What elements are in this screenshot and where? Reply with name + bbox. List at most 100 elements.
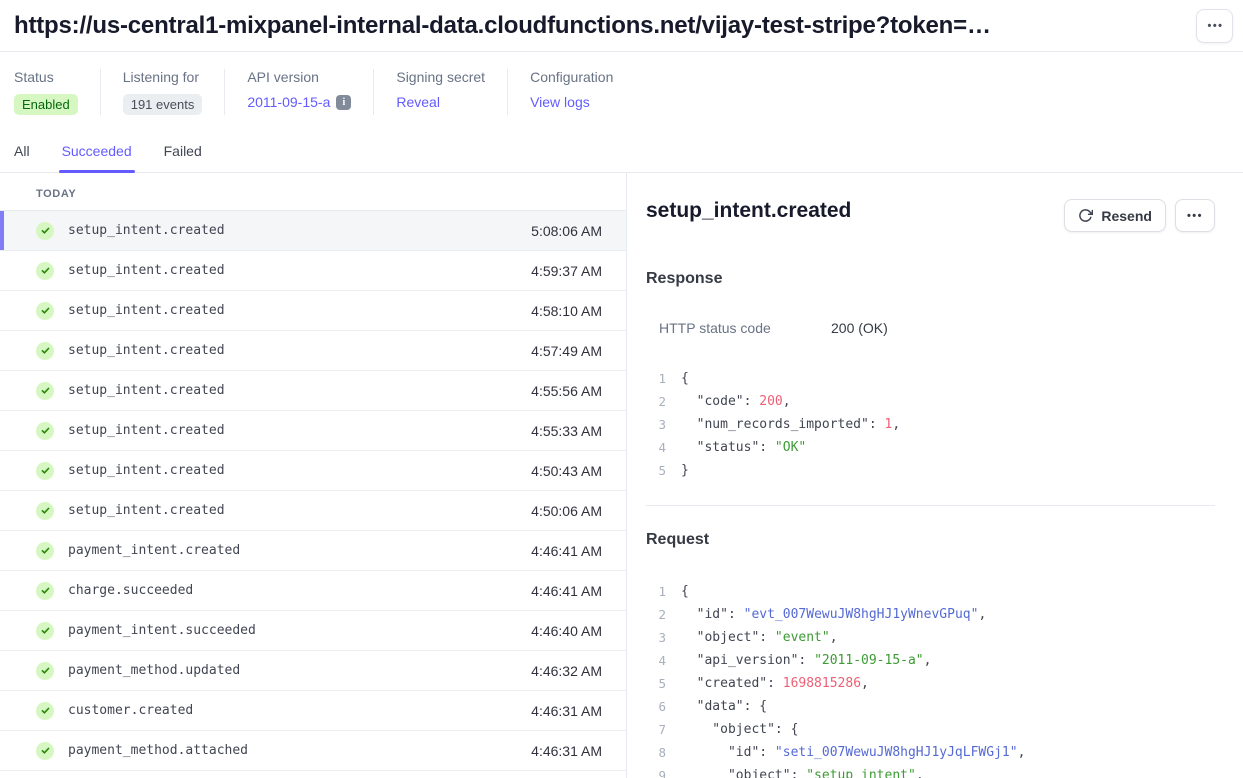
detail-overflow-button[interactable]: ••• (1175, 199, 1215, 232)
tab-bar: All Succeeded Failed (0, 143, 1243, 173)
event-name: setup_intent.created (68, 303, 225, 318)
event-row[interactable]: setup_intent.created 4:57:49 AM (0, 331, 626, 371)
code-token: 1698815286 (783, 676, 861, 691)
line-number: 3 (646, 413, 666, 436)
detail-title: setup_intent.created (646, 199, 851, 223)
code-token: , (783, 394, 791, 409)
events-count-badge: 191 events (123, 94, 203, 115)
event-row[interactable]: setup_intent.created4:55:56 AM (0, 371, 626, 411)
tab-all[interactable]: All (14, 143, 30, 172)
success-check-icon (36, 582, 54, 600)
view-logs-link[interactable]: View logs (530, 94, 590, 110)
success-check-icon (36, 462, 54, 480)
code-token: , (1018, 745, 1026, 760)
header-overflow-button[interactable]: ••• (1196, 9, 1233, 43)
main-content: TODAY setup_intent.created5:08:06 AMsetu… (0, 173, 1243, 778)
line-number: 2 (646, 390, 666, 413)
event-time: 4:46:32 AM (531, 663, 602, 679)
event-row[interactable]: payment_method.attached4:46:31 AM (0, 731, 626, 771)
tab-failed[interactable]: Failed (164, 143, 202, 172)
line-number: 7 (646, 718, 666, 741)
success-check-icon (36, 502, 54, 520)
event-row[interactable]: setup_intent.created4:58:10 AM (0, 291, 626, 331)
code-line: 6 "data": { (646, 695, 1215, 718)
code-token: "data": { (681, 699, 767, 714)
code-token: "num_records_imported": (681, 417, 885, 432)
event-name: setup_intent.created (68, 263, 225, 278)
code-token: "event" (775, 630, 830, 645)
signing-secret-label: Signing secret (396, 69, 485, 85)
line-number: 2 (646, 603, 666, 626)
code-id-link[interactable]: "seti_007WewuJW8hgHJ1yJqLFWGj1" (775, 745, 1018, 760)
event-name: setup_intent.created (68, 463, 225, 478)
event-row[interactable]: customer.created4:46:31 AM (0, 691, 626, 731)
event-row[interactable]: setup_intent.created4:50:06 AM (0, 491, 626, 531)
success-check-icon (36, 422, 54, 440)
event-row[interactable]: setup_intent.created4:50:43 AM (0, 451, 626, 491)
response-heading: Response (646, 270, 1215, 288)
event-row[interactable]: setup_intent.created 4:59:37 AM (0, 251, 626, 291)
event-row[interactable]: payment_intent.succeeded 4:46:40 AM (0, 611, 626, 651)
event-group-header: TODAY (0, 173, 626, 211)
listening-for-label: Listening for (123, 69, 203, 85)
event-time: 5:08:06 AM (531, 223, 602, 239)
code-token: , (916, 768, 924, 778)
code-token: "OK" (775, 440, 806, 455)
event-name: payment_method.updated (68, 663, 240, 678)
http-status-row: HTTP status code 200 (OK) (646, 320, 1215, 336)
detail-header: setup_intent.created Resend ••• (646, 199, 1215, 232)
event-name: charge.succeeded (68, 583, 193, 598)
event-time: 4:55:33 AM (531, 423, 602, 439)
code-id-link[interactable]: "evt_007WewuJW8hgHJ1yWnevGPuq" (744, 607, 979, 622)
event-time: 4:50:06 AM (531, 503, 602, 519)
status-column-listening: Listening for 191 events (123, 69, 226, 115)
code-line: 3 "object": "event", (646, 626, 1215, 649)
success-check-icon (36, 702, 54, 720)
event-name: setup_intent.created (68, 383, 225, 398)
resend-button[interactable]: Resend (1064, 199, 1166, 232)
code-token: "object": (681, 630, 775, 645)
event-name: setup_intent.created (68, 343, 225, 358)
code-token: { (681, 371, 689, 386)
event-name: payment_intent.succeeded (68, 623, 256, 638)
event-detail-panel: setup_intent.created Resend ••• Response… (627, 173, 1243, 778)
success-check-icon (36, 342, 54, 360)
code-token: "object": (681, 768, 806, 778)
configuration-label: Configuration (530, 69, 613, 85)
code-token: "status": (681, 440, 775, 455)
code-line: 1{ (646, 367, 1215, 390)
event-time: 4:46:40 AM (531, 623, 602, 639)
event-row[interactable]: payment_intent.created4:46:41 AM (0, 531, 626, 571)
event-time: 4:57:49 AM (531, 343, 602, 359)
event-row[interactable]: charge.succeeded 4:46:41 AM (0, 571, 626, 611)
code-token: "id": (681, 745, 775, 760)
page-header: https://us-central1-mixpanel-internal-da… (0, 0, 1243, 52)
api-version-label: API version (247, 69, 351, 85)
status-column-status: Status Enabled (14, 69, 101, 115)
request-heading: Request (646, 531, 1215, 549)
event-row[interactable]: setup_intent.created5:08:06 AM (0, 211, 626, 251)
code-token: 200 (759, 394, 782, 409)
api-version-link[interactable]: 2011-09-15-a (247, 94, 330, 110)
event-row[interactable]: setup_intent.created4:55:33 AM (0, 411, 626, 451)
event-time: 4:46:31 AM (531, 703, 602, 719)
line-number: 6 (646, 695, 666, 718)
code-line: 5} (646, 459, 1215, 482)
reveal-secret-link[interactable]: Reveal (396, 94, 440, 110)
code-token: "api_version": (681, 653, 814, 668)
line-number: 5 (646, 672, 666, 695)
tab-succeeded[interactable]: Succeeded (62, 143, 132, 172)
success-check-icon (36, 302, 54, 320)
code-token: "code": (681, 394, 759, 409)
success-check-icon (36, 542, 54, 560)
success-check-icon (36, 622, 54, 640)
http-status-label: HTTP status code (659, 320, 831, 336)
section-divider (646, 505, 1215, 506)
event-time: 4:46:41 AM (531, 583, 602, 599)
event-list-panel: TODAY setup_intent.created5:08:06 AMsetu… (0, 173, 627, 778)
event-row[interactable]: payment_method.updated 4:46:32 AM (0, 651, 626, 691)
status-label: Status (14, 69, 78, 85)
event-time: 4:59:37 AM (531, 263, 602, 279)
api-version-info-icon[interactable]: i (336, 95, 351, 110)
code-token: "setup_intent" (806, 768, 916, 778)
